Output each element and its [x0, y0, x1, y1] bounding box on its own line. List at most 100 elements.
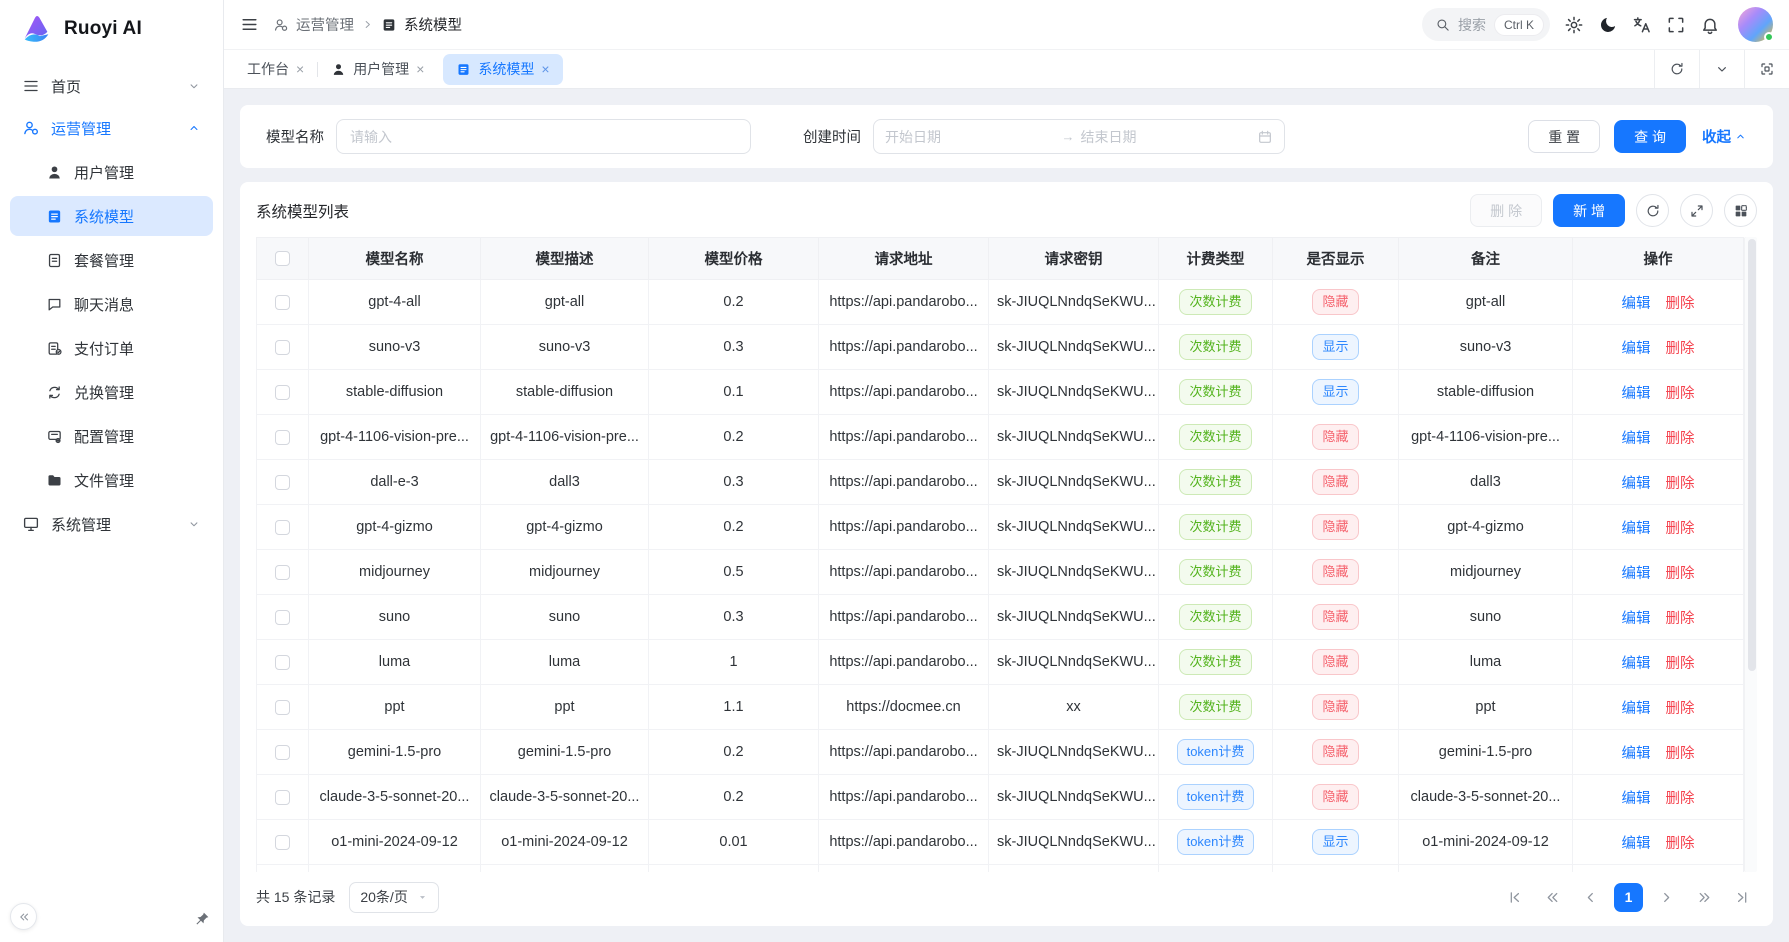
collapse-filter-link[interactable]: 收起	[1702, 126, 1747, 147]
sidebar-item-system[interactable]: 系统管理	[10, 504, 213, 544]
jump-back-button[interactable]	[1538, 883, 1567, 912]
edit-link[interactable]: 编辑	[1622, 746, 1651, 762]
model-name-input[interactable]	[336, 119, 751, 154]
delete-link[interactable]: 删除	[1666, 476, 1695, 492]
edit-link[interactable]: 编辑	[1622, 611, 1651, 627]
refresh-tab-button[interactable]	[1654, 50, 1699, 88]
global-search[interactable]: 搜索 Ctrl K	[1422, 8, 1550, 41]
language-icon[interactable]	[1632, 15, 1652, 35]
delete-link[interactable]: 删除	[1666, 521, 1695, 537]
row-checkbox[interactable]	[275, 475, 290, 490]
table-row: o1-mini-2024-09-12o1-mini-2024-09-120.01…	[257, 820, 1744, 865]
cell-billing: 次数计费	[1159, 550, 1273, 595]
delete-link[interactable]: 删除	[1666, 791, 1695, 807]
sidebar-item-home[interactable]: 首页	[10, 66, 213, 106]
row-checkbox[interactable]	[275, 835, 290, 850]
current-page-button[interactable]: 1	[1614, 883, 1643, 912]
delete-link[interactable]: 删除	[1666, 341, 1695, 357]
delete-link[interactable]: 删除	[1666, 746, 1695, 762]
user-avatar[interactable]	[1738, 7, 1773, 42]
settings-icon[interactable]	[1564, 15, 1584, 35]
prev-page-button[interactable]	[1576, 883, 1605, 912]
vertical-scrollbar[interactable]	[1744, 237, 1757, 872]
delete-link[interactable]: 删除	[1666, 611, 1695, 627]
edit-link[interactable]: 编辑	[1622, 296, 1651, 312]
row-checkbox[interactable]	[275, 745, 290, 760]
edit-link[interactable]: 编辑	[1622, 476, 1651, 492]
tab-system-model[interactable]: 系统模型 ×	[443, 54, 562, 85]
select-all-checkbox[interactable]	[275, 251, 290, 266]
edit-link[interactable]: 编辑	[1622, 836, 1651, 852]
breadcrumb-item-operations[interactable]: 运营管理	[273, 14, 354, 35]
delete-link[interactable]: 删除	[1666, 656, 1695, 672]
cell-display: 隐藏	[1273, 595, 1399, 640]
delete-button[interactable]: 删 除	[1470, 194, 1542, 227]
row-checkbox[interactable]	[275, 610, 290, 625]
sidebar-subitem-3[interactable]: 聊天消息	[10, 284, 213, 324]
delete-link[interactable]: 删除	[1666, 701, 1695, 717]
edit-link[interactable]: 编辑	[1622, 431, 1651, 447]
close-icon[interactable]: ×	[416, 62, 424, 76]
close-icon[interactable]: ×	[541, 62, 549, 76]
edit-link[interactable]: 编辑	[1622, 386, 1651, 402]
row-checkbox[interactable]	[275, 340, 290, 355]
row-checkbox[interactable]	[275, 385, 290, 400]
notification-bell-icon[interactable]	[1700, 15, 1720, 35]
search-button[interactable]: 查 询	[1614, 120, 1686, 153]
edit-link[interactable]: 编辑	[1622, 701, 1651, 717]
edit-link[interactable]: 编辑	[1622, 341, 1651, 357]
date-range-picker[interactable]: 开始日期 → 结束日期	[873, 119, 1285, 154]
content-fullscreen-button[interactable]	[1744, 50, 1789, 88]
column-settings-button[interactable]	[1724, 194, 1757, 227]
sidebar-item-operations[interactable]: 运营管理	[10, 108, 213, 148]
first-page-button[interactable]	[1500, 883, 1529, 912]
sidebar-collapse-button[interactable]	[10, 903, 37, 930]
sidebar-subitem-1[interactable]: 系统模型	[10, 196, 213, 236]
row-checkbox[interactable]	[275, 565, 290, 580]
sidebar-subitem-5[interactable]: 兑换管理	[10, 372, 213, 412]
sidebar-subitem-2[interactable]: 套餐管理	[10, 240, 213, 280]
tab-list-dropdown-button[interactable]	[1699, 50, 1744, 88]
sidebar-subitem-0[interactable]: 用户管理	[10, 152, 213, 192]
cell-model-price: 0.2	[649, 415, 819, 460]
refresh-table-button[interactable]	[1636, 194, 1669, 227]
row-checkbox[interactable]	[275, 655, 290, 670]
edit-link[interactable]: 编辑	[1622, 791, 1651, 807]
row-checkbox[interactable]	[275, 700, 290, 715]
row-checkbox[interactable]	[275, 790, 290, 805]
sidebar-toggle-icon[interactable]	[240, 15, 259, 34]
delete-link[interactable]: 删除	[1666, 431, 1695, 447]
sidebar-subitem-4[interactable]: 支付订单	[10, 328, 213, 368]
edit-link[interactable]: 编辑	[1622, 566, 1651, 582]
dark-mode-icon[interactable]	[1598, 15, 1618, 35]
user-icon	[331, 62, 346, 77]
close-icon[interactable]: ×	[296, 62, 304, 76]
jump-forward-button[interactable]	[1690, 883, 1719, 912]
next-page-button[interactable]	[1652, 883, 1681, 912]
cell-request-key: sk-JIUQLNndqSeKWU...	[989, 415, 1159, 460]
page-size-select[interactable]: 20条/页	[349, 882, 438, 913]
delete-link[interactable]: 删除	[1666, 566, 1695, 582]
cell-remark: dall3	[1399, 460, 1573, 505]
row-checkbox[interactable]	[275, 430, 290, 445]
delete-link[interactable]: 删除	[1666, 296, 1695, 312]
tab-workbench[interactable]: 工作台 ×	[234, 50, 317, 89]
sidebar-pin-icon[interactable]	[193, 910, 211, 928]
scrollbar-thumb[interactable]	[1748, 239, 1756, 671]
scan-icon	[1759, 61, 1775, 77]
sidebar-subitem-6[interactable]: 配置管理	[10, 416, 213, 456]
fullscreen-icon[interactable]	[1666, 15, 1686, 35]
edit-link[interactable]: 编辑	[1622, 656, 1651, 672]
table-fullscreen-button[interactable]	[1680, 194, 1713, 227]
cell-model-price: 0.3	[649, 460, 819, 505]
sidebar-subitem-7[interactable]: 文件管理	[10, 460, 213, 500]
tab-user-management[interactable]: 用户管理 ×	[318, 50, 437, 89]
delete-link[interactable]: 删除	[1666, 836, 1695, 852]
row-checkbox[interactable]	[275, 295, 290, 310]
add-button[interactable]: 新 增	[1553, 194, 1625, 227]
reset-button[interactable]: 重 置	[1528, 120, 1600, 153]
last-page-button[interactable]	[1728, 883, 1757, 912]
edit-link[interactable]: 编辑	[1622, 521, 1651, 537]
row-checkbox[interactable]	[275, 520, 290, 535]
delete-link[interactable]: 删除	[1666, 386, 1695, 402]
